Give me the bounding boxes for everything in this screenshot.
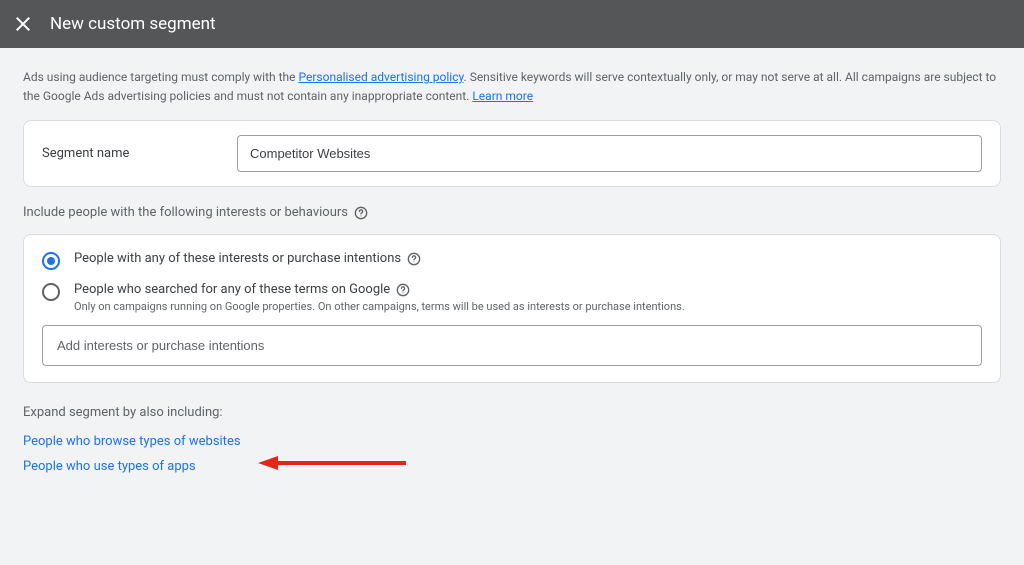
policy-link-advertising[interactable]: Personalised advertising policy xyxy=(298,70,463,84)
expand-link-websites[interactable]: People who browse types of websites xyxy=(23,434,1001,449)
radio-search-sub: Only on campaigns running on Google prop… xyxy=(74,300,685,313)
segment-name-input[interactable] xyxy=(237,135,982,172)
radio-search-label: People who searched for any of these ter… xyxy=(74,282,390,297)
radio-interests-label: People with any of these interests or pu… xyxy=(74,251,401,266)
close-icon[interactable] xyxy=(16,17,30,31)
radio-button-unselected xyxy=(42,283,60,301)
page-title: New custom segment xyxy=(50,14,216,34)
help-icon[interactable] xyxy=(396,283,410,297)
expand-section-label: Expand segment by also including: xyxy=(23,405,1001,420)
content-area: Ads using audience targeting must comply… xyxy=(0,48,1024,504)
radio-interests[interactable]: People with any of these interests or pu… xyxy=(42,251,982,270)
policy-link-learn-more[interactable]: Learn more xyxy=(472,89,533,103)
help-icon[interactable] xyxy=(407,252,421,266)
help-icon[interactable] xyxy=(354,206,368,220)
radio-button-selected xyxy=(42,252,60,270)
policy-prefix: Ads using audience targeting must comply… xyxy=(23,70,298,84)
include-label-text: Include people with the following intere… xyxy=(23,205,348,220)
policy-text: Ads using audience targeting must comply… xyxy=(23,68,1001,106)
modal-header: New custom segment xyxy=(0,0,1024,48)
radio-card: People with any of these interests or pu… xyxy=(23,234,1001,383)
radio-search-terms[interactable]: People who searched for any of these ter… xyxy=(42,282,982,313)
include-section-label: Include people with the following intere… xyxy=(23,205,1001,220)
expand-link-apps[interactable]: People who use types of apps xyxy=(23,459,1001,474)
segment-name-card: Segment name xyxy=(23,120,1001,187)
interests-input[interactable] xyxy=(42,325,982,366)
segment-name-label: Segment name xyxy=(42,146,237,161)
